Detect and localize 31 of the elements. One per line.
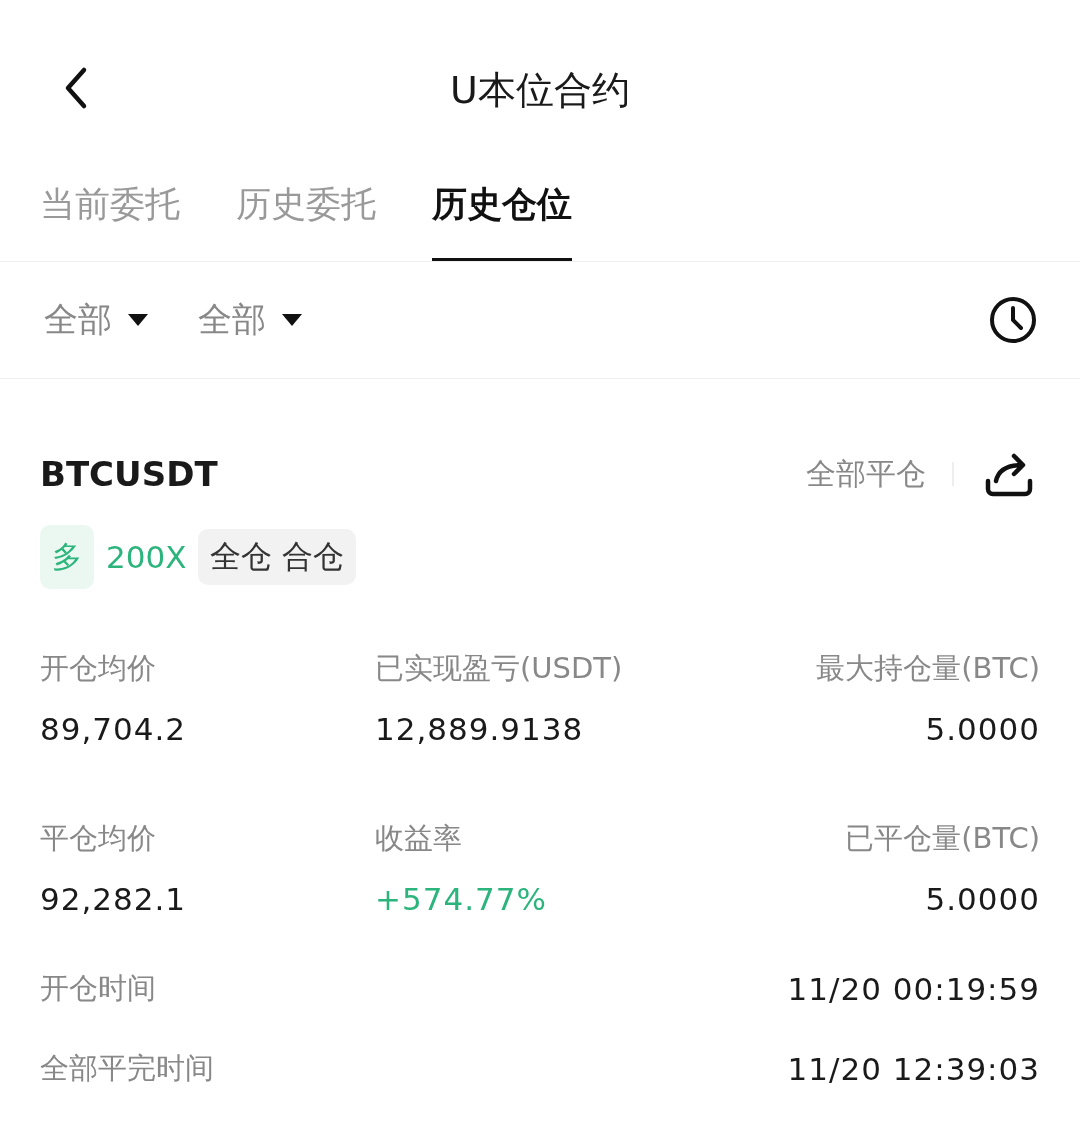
stat-value: 92,282.1 [40, 881, 187, 917]
side-tag: 多 [40, 525, 94, 589]
stat-label: 平仓均价 [40, 820, 156, 857]
filter-dropdown[interactable]: 全部 [44, 297, 148, 343]
close-all-link[interactable]: 全部平仓 [806, 453, 926, 495]
tab[interactable]: 历史委托 [236, 140, 376, 261]
time-value: 11/20 12:39:03 [787, 1051, 1040, 1087]
stat-label: 收益率 [375, 820, 462, 857]
stat-value: +574.77% [375, 881, 547, 917]
share-icon[interactable] [984, 451, 1034, 497]
time-value: 11/20 00:19:59 [787, 971, 1040, 1007]
time-label: 开仓时间 [40, 970, 156, 1007]
stat-value: 89,704.2 [40, 711, 187, 747]
stat-label: 已实现盈亏(USDT) [375, 650, 623, 687]
stat-label: 已平仓量(BTC) [845, 820, 1040, 857]
symbol: BTCUSDT [40, 454, 218, 494]
stat-label: 开仓均价 [40, 650, 156, 687]
caret-icon [282, 314, 302, 326]
time-label: 全部平完时间 [40, 1050, 214, 1087]
margin-mode-tag: 全仓 合仓 [198, 529, 357, 585]
filter-dropdown[interactable]: 全部 [198, 297, 302, 343]
tab[interactable]: 当前委托 [40, 140, 180, 261]
stat-value: 5.0000 [925, 711, 1040, 747]
clock-icon[interactable] [988, 295, 1038, 345]
tab[interactable]: 历史仓位 [432, 140, 572, 261]
stat-value: 12,889.9138 [375, 711, 584, 747]
leverage-text: 200X [106, 539, 187, 575]
stat-label: 最大持仓量(BTC) [816, 650, 1040, 687]
caret-icon [128, 314, 148, 326]
stat-value: 5.0000 [925, 881, 1040, 917]
page-title: U本位合约 [450, 66, 630, 114]
